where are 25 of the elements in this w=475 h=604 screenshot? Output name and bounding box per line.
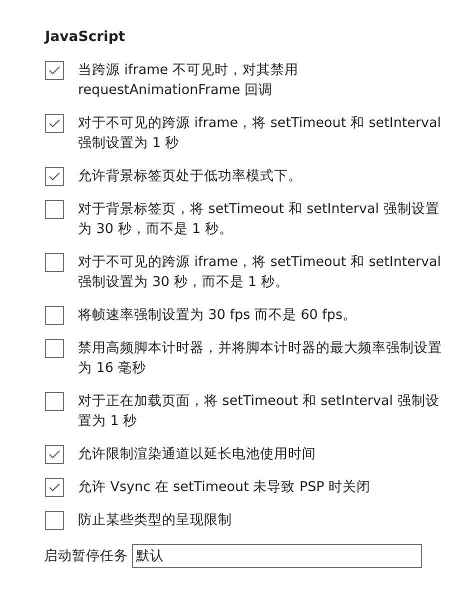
option-label: 当跨源 iframe 不可见时，对其禁用 requestAnimationFrame 回调 (78, 61, 300, 100)
checkbox[interactable] (45, 167, 64, 186)
checkbox[interactable] (45, 306, 64, 325)
option-label: 允许 Vsync 在 setTimeout 未导致 PSP 时关闭 (78, 478, 372, 497)
suspend-tasks-dropdown[interactable]: 默认 (132, 544, 422, 568)
checkbox[interactable] (45, 511, 64, 530)
checkbox[interactable] (45, 445, 64, 464)
checkbox[interactable] (45, 478, 64, 497)
option-label: 对于不可见的跨源 iframe，将 setTimeout 和 setInterval 强制设置为 30 秒，而不是 1 秒。 (78, 253, 442, 292)
checkbox[interactable] (45, 114, 64, 133)
option-label: 防止某些类型的呈现限制 (78, 511, 233, 530)
checkbox[interactable] (45, 253, 64, 272)
option-label: 允许背景标签页处于低功率模式下。 (78, 167, 303, 186)
option-label: 允许限制渲染通道以延长电池使用时间 (78, 445, 317, 464)
option-label: 对于背景标签页，将 setTimeout 和 setInterval 强制设置为 30 秒，而不是 1 秒。 (78, 200, 440, 239)
checkbox[interactable] (45, 61, 64, 80)
option-label: 将帧速率强制设置为 30 fps 而不是 60 fps。 (78, 306, 358, 325)
option-label: 对于正在加载页面，将 setTimeout 和 setInterval 强制设置为 1 秒 (78, 392, 440, 431)
option-label: 对于不可见的跨源 iframe，将 setTimeout 和 setInterval 强制设置为 1 秒 (78, 114, 442, 153)
suspend-tasks-label: 启动暂停任务 (44, 547, 128, 565)
checkbox[interactable] (45, 392, 64, 411)
option-label: 禁用高频脚本计时器，并将脚本计时器的最大频率强制设置为 16 毫秒 (78, 339, 443, 378)
checkbox[interactable] (45, 200, 64, 219)
section-title: JavaScript (45, 29, 126, 45)
checkbox[interactable] (45, 339, 64, 358)
